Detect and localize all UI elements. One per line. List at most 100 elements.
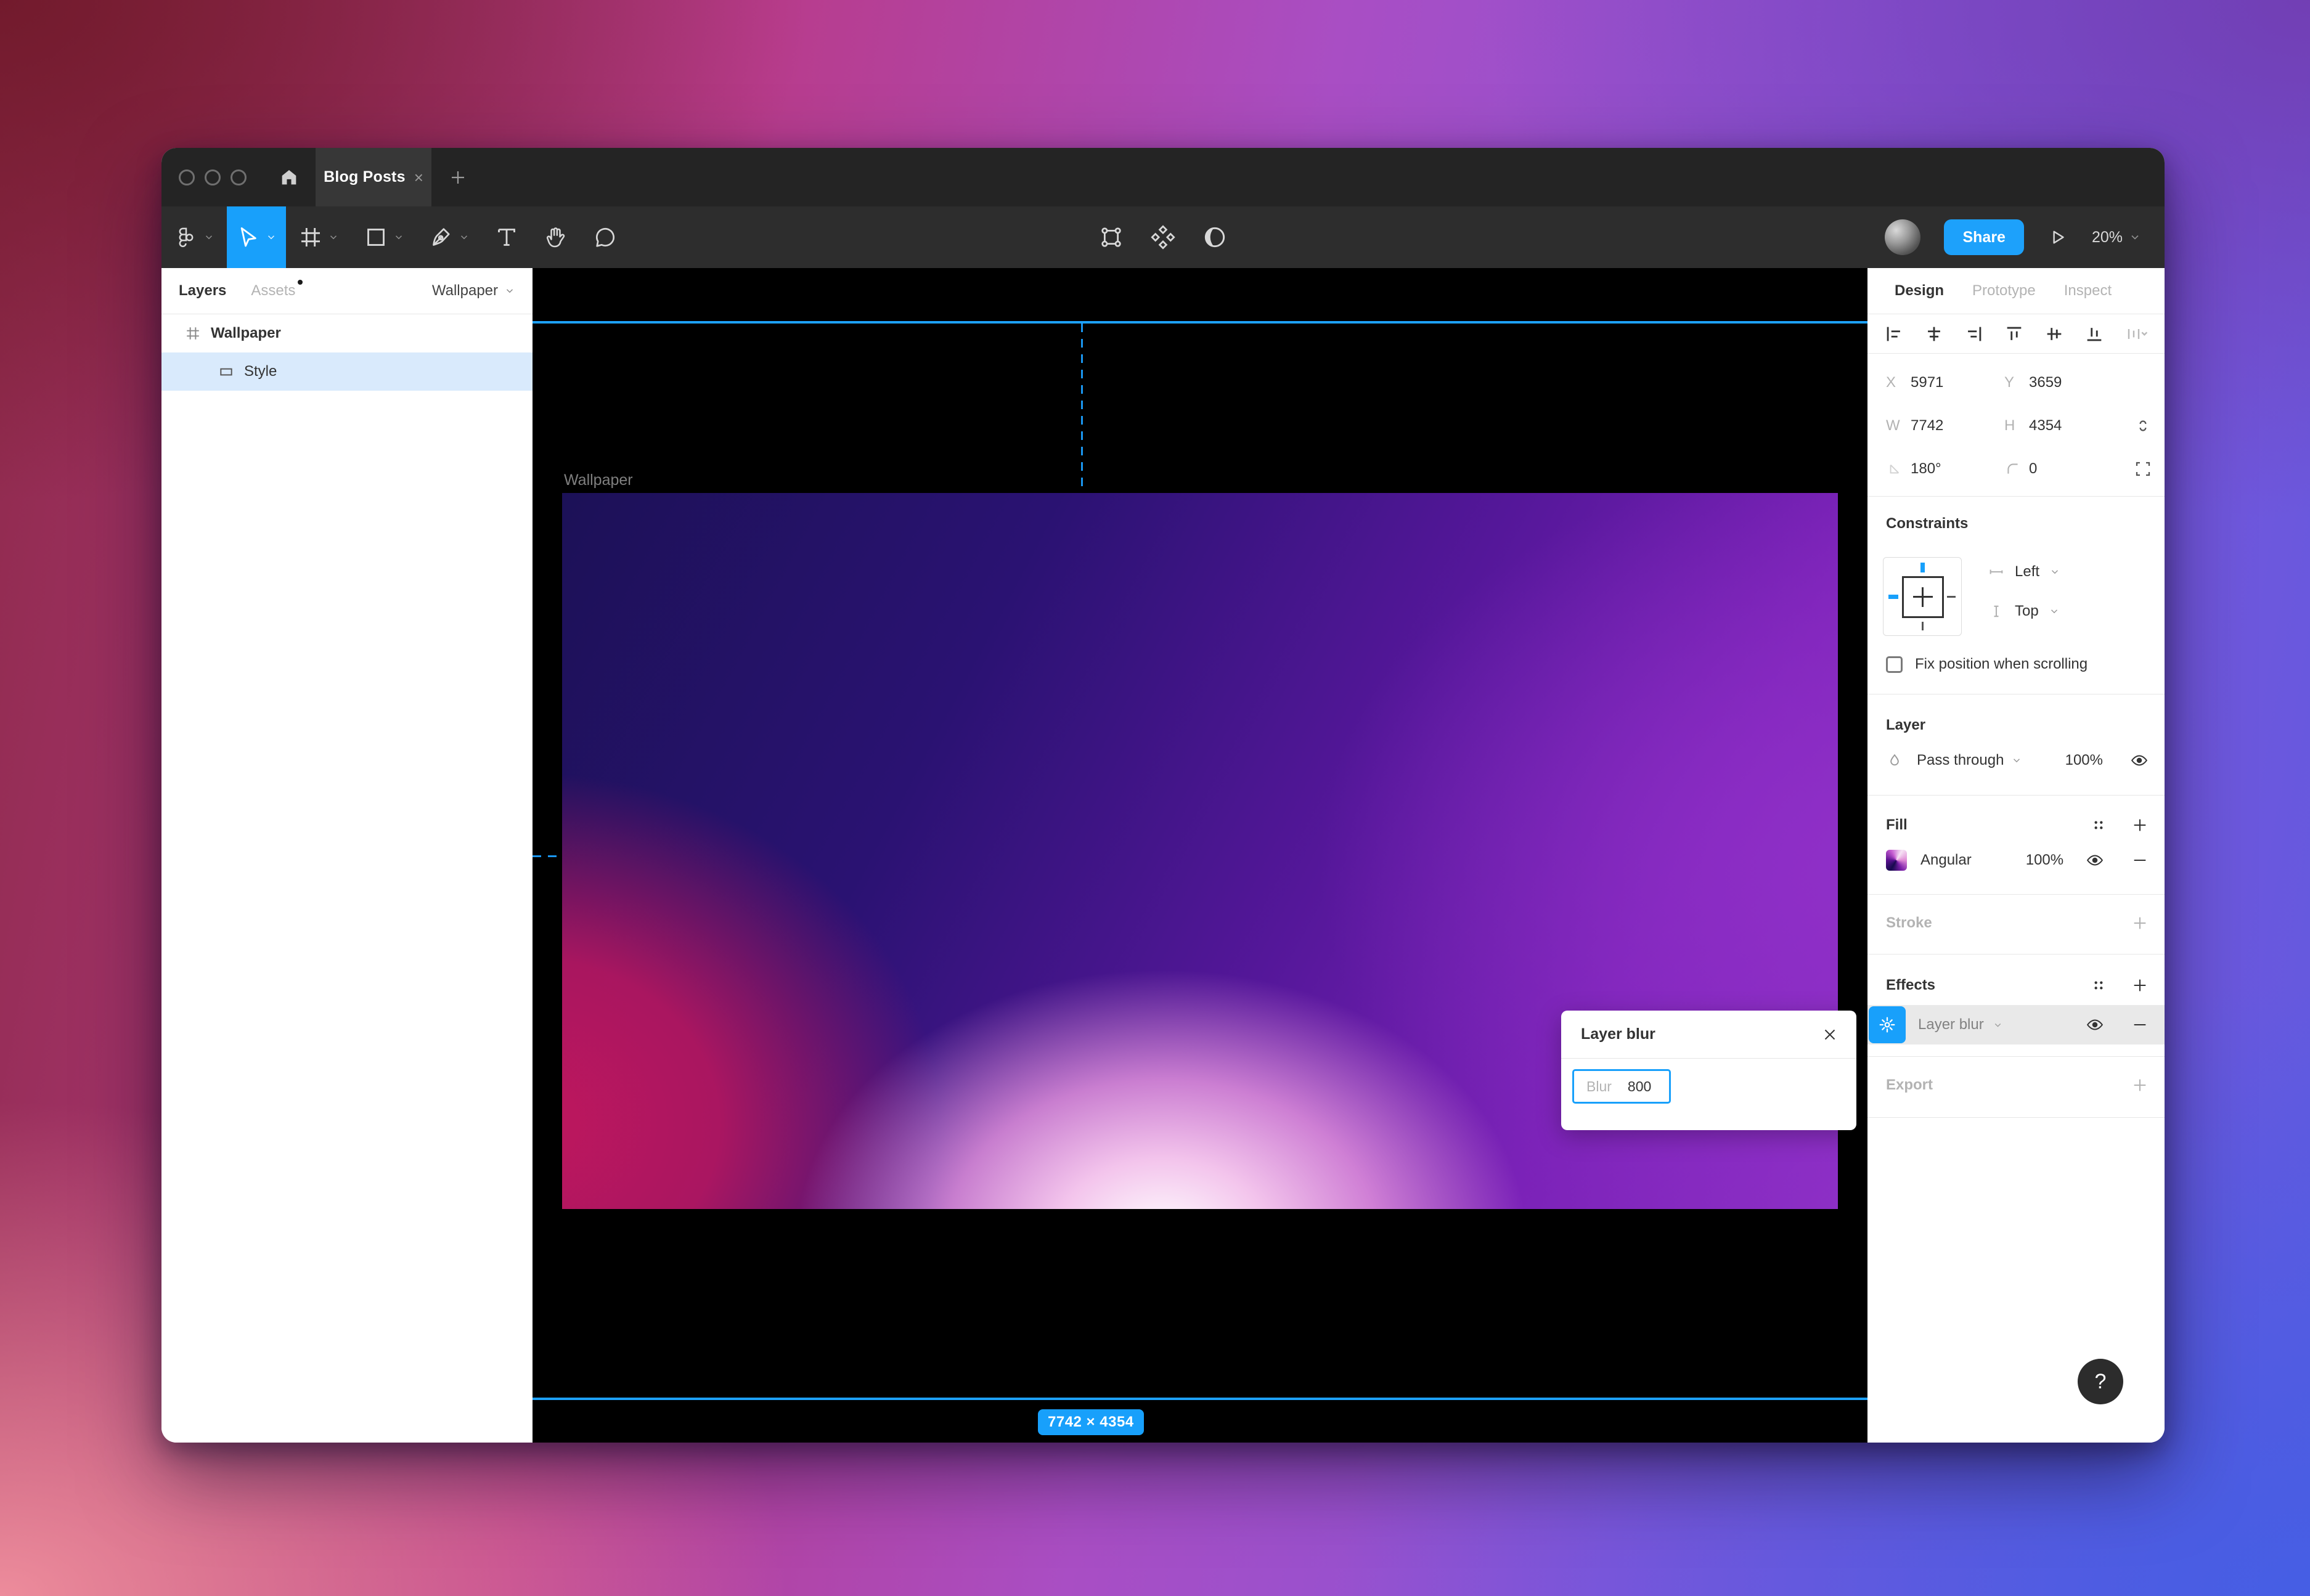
vertical-constraint-value: Top — [2015, 603, 2039, 620]
add-fill-icon[interactable] — [2131, 816, 2149, 834]
main-menu-button[interactable] — [161, 206, 227, 268]
fill-type: Angular — [1920, 852, 1972, 869]
tab-assets[interactable]: Assets — [251, 282, 295, 299]
layer-row-style[interactable]: Style — [161, 352, 533, 391]
help-button[interactable]: ? — [2078, 1359, 2123, 1404]
remove-fill-icon[interactable] — [2131, 852, 2149, 869]
effect-row-layer-blur[interactable]: Layer blur — [1867, 1005, 2165, 1044]
eye-icon[interactable] — [2130, 751, 2149, 770]
hand-tool-icon — [544, 225, 568, 250]
align-vertical-center-icon[interactable] — [2044, 324, 2065, 344]
canvas[interactable]: Wallpaper 7742 × 4354 Layer blur Blur — [533, 268, 1867, 1443]
fill-header: Fill — [1886, 816, 2149, 834]
zoom-window-button[interactable] — [231, 169, 247, 185]
fill-row[interactable]: Angular 100% — [1886, 850, 2149, 871]
horizontal-constraint-value: Left — [2015, 563, 2039, 580]
canvas-frame-label[interactable]: Wallpaper — [564, 471, 633, 489]
y-label: Y — [2004, 374, 2029, 391]
blend-mode-select[interactable]: Pass through — [1917, 752, 2004, 769]
constraint-left-tick[interactable] — [1888, 595, 1898, 599]
tab-assets-label: Assets — [251, 282, 295, 299]
blend-row: Pass through 100% — [1886, 751, 2149, 770]
page-selector[interactable]: Wallpaper — [432, 282, 515, 299]
tab-design[interactable]: Design — [1895, 282, 1944, 299]
add-effect-icon[interactable] — [2131, 977, 2149, 994]
minimize-window-button[interactable] — [205, 169, 221, 185]
chevron-down-icon — [459, 232, 470, 243]
constraint-bottom-tick[interactable] — [1922, 622, 1924, 630]
eye-icon[interactable] — [2086, 851, 2104, 869]
effects-section: Effects — [1867, 955, 2165, 1057]
distribute-menu[interactable] — [2124, 324, 2149, 344]
mask-icon[interactable] — [1201, 224, 1228, 251]
layer-opacity-value[interactable]: 100% — [2065, 752, 2103, 769]
horizontal-constraint-select[interactable]: Left — [1988, 563, 2060, 580]
align-top-icon[interactable] — [2004, 324, 2025, 344]
tab-prototype[interactable]: Prototype — [1972, 282, 2036, 299]
height-field[interactable]: H 4354 — [2004, 417, 2123, 434]
rectangle-layer-icon — [218, 364, 234, 380]
chevron-down-icon — [266, 232, 277, 243]
close-icon[interactable] — [1821, 1025, 1839, 1044]
tab-layers[interactable]: Layers — [179, 282, 226, 299]
layer-blur-effect-chip[interactable] — [1869, 1006, 1906, 1043]
blur-icon — [1877, 1014, 1898, 1035]
constraints-widget[interactable] — [1883, 557, 1962, 636]
xy-row: X 5971 Y 3659 — [1886, 361, 2165, 404]
home-button[interactable] — [263, 148, 316, 206]
blur-input[interactable]: Blur 800 — [1572, 1069, 1671, 1104]
add-stroke-icon[interactable] — [2131, 914, 2149, 932]
tab-close-icon[interactable]: × — [414, 169, 423, 185]
share-button[interactable]: Share — [1944, 219, 2023, 255]
x-field[interactable]: X 5971 — [1886, 374, 2004, 391]
layer-blur-dialog: Layer blur Blur 800 — [1561, 1011, 1856, 1130]
constraint-right-tick[interactable] — [1947, 596, 1956, 598]
position-section: X 5971 Y 3659 W 7742 — [1867, 354, 2165, 497]
align-right-icon[interactable] — [1964, 324, 1985, 344]
edit-object-icon[interactable] — [1098, 224, 1125, 251]
shape-tool-button[interactable] — [351, 206, 417, 268]
independent-corners-icon[interactable] — [2134, 460, 2152, 478]
remove-effect-icon[interactable] — [2131, 1016, 2149, 1033]
horizontal-constraint-icon — [1988, 563, 2005, 580]
move-tool-button[interactable] — [227, 206, 286, 268]
vertical-constraint-select[interactable]: Top — [1988, 603, 2060, 620]
present-icon[interactable] — [2047, 227, 2068, 248]
gradient-swatch[interactable] — [1886, 850, 1907, 871]
constrain-proportions-icon[interactable] — [2134, 417, 2152, 435]
close-window-button[interactable] — [179, 169, 195, 185]
constraint-top-tick[interactable] — [1920, 563, 1925, 572]
eye-icon[interactable] — [2086, 1016, 2104, 1034]
width-field[interactable]: W 7742 — [1886, 417, 2004, 434]
styles-icon[interactable] — [2091, 817, 2107, 833]
h-value: 4354 — [2029, 417, 2062, 434]
new-tab-button[interactable] — [431, 148, 484, 206]
hand-tool-button[interactable] — [531, 206, 581, 268]
y-field[interactable]: Y 3659 — [2004, 374, 2123, 391]
component-icon[interactable] — [1149, 224, 1177, 251]
align-horizontal-center-icon[interactable] — [1924, 324, 1945, 344]
tab-blog-posts[interactable]: Blog Posts × — [316, 148, 431, 206]
fix-position-row[interactable]: Fix position when scrolling — [1886, 656, 2088, 673]
layer-name: Style — [244, 363, 277, 380]
fix-position-checkbox[interactable] — [1886, 656, 1903, 673]
tab-inspect[interactable]: Inspect — [2064, 282, 2112, 299]
export-section: Export — [1867, 1057, 2165, 1118]
text-tool-button[interactable] — [482, 206, 531, 268]
pen-tool-button[interactable] — [417, 206, 482, 268]
chevron-down-icon — [2129, 231, 2141, 243]
frame-guide-horizontal — [533, 855, 562, 857]
frame-tool-button[interactable] — [286, 206, 351, 268]
layer-row-wallpaper[interactable]: Wallpaper — [161, 314, 533, 352]
corner-radius-field[interactable]: 0 — [2004, 460, 2123, 478]
avatar[interactable] — [1885, 219, 1920, 255]
fill-opacity-value[interactable]: 100% — [2026, 852, 2063, 869]
align-bottom-icon[interactable] — [2084, 324, 2105, 344]
align-left-icon[interactable] — [1884, 324, 1904, 344]
add-export-icon[interactable] — [2131, 1077, 2149, 1094]
rotation-field[interactable]: 180° — [1886, 460, 2004, 478]
styles-icon[interactable] — [2091, 977, 2107, 993]
right-panel-tabs: Design Prototype Inspect — [1867, 268, 2165, 314]
comment-tool-button[interactable] — [581, 206, 630, 268]
zoom-menu[interactable]: 20% — [2092, 229, 2141, 246]
